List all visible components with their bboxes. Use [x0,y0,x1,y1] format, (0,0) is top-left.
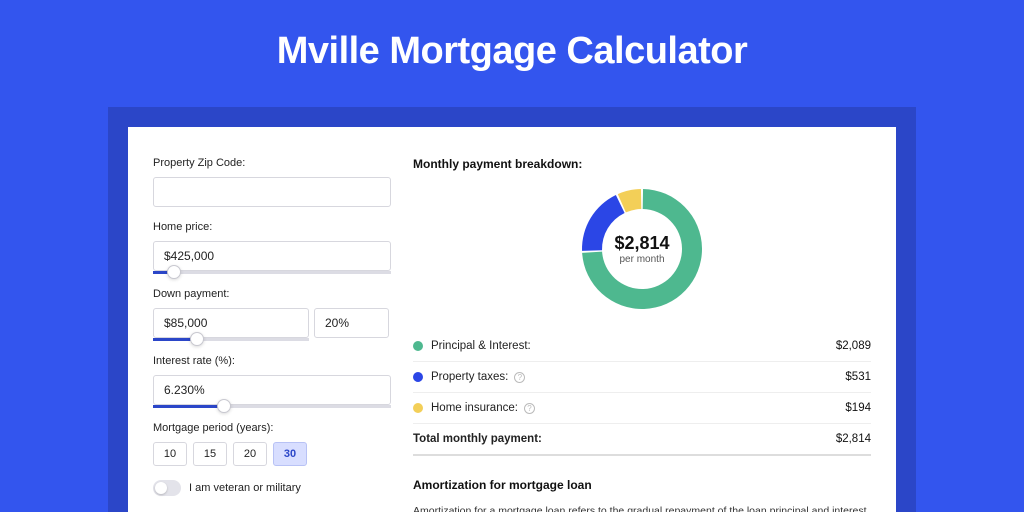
legend-dot [413,403,423,413]
veteran-label: I am veteran or military [189,482,301,494]
amortization-text: Amortization for a mortgage loan refers … [413,504,871,512]
breakdown-title: Monthly payment breakdown: [413,157,871,171]
zip-input[interactable] [153,177,391,207]
legend-label: Property taxes: [431,371,508,383]
legend-value: $531 [845,371,871,383]
legend-row: Property taxes:? $531 [413,362,871,393]
slider-thumb[interactable] [217,399,231,413]
legend-value: $194 [845,402,871,414]
page-title: Mville Mortgage Calculator [0,30,1024,73]
period-button-10[interactable]: 10 [153,442,187,466]
donut-total-sub: per month [619,254,664,265]
down-payment-label: Down payment: [153,288,393,300]
form-column: Property Zip Code: Home price: Down paym… [128,127,393,512]
zip-label: Property Zip Code: [153,157,393,169]
interest-rate-slider[interactable] [153,405,391,408]
home-price-input[interactable] [153,241,391,271]
donut-center: $2,814 per month [578,185,706,313]
down-payment-percent-input[interactable] [314,308,389,338]
home-price-slider[interactable] [153,271,391,274]
legend-value: $2,089 [836,340,871,352]
interest-rate-label: Interest rate (%): [153,355,393,367]
total-row: Total monthly payment: $2,814 [413,424,871,456]
down-payment-slider[interactable] [153,338,309,341]
veteran-row: I am veteran or military [153,480,393,496]
mortgage-period-label: Mortgage period (years): [153,422,393,434]
legend-dot [413,372,423,382]
calculator-card: Property Zip Code: Home price: Down paym… [128,127,896,512]
breakdown-column: Monthly payment breakdown: $2,814 per mo… [393,127,896,512]
home-price-label: Home price: [153,221,393,233]
interest-rate-input[interactable] [153,375,391,405]
zip-group: Property Zip Code: [153,157,393,207]
legend-row: Home insurance:? $194 [413,393,871,424]
interest-rate-group: Interest rate (%): [153,355,393,408]
home-price-group: Home price: [153,221,393,274]
info-icon[interactable]: ? [524,403,535,414]
legend-label: Home insurance: [431,402,518,414]
total-label: Total monthly payment: [413,433,542,445]
mortgage-period-group: Mortgage period (years): 10152030 [153,422,393,466]
legend-dot [413,341,423,351]
total-value: $2,814 [836,433,871,445]
donut-total-amount: $2,814 [614,233,669,254]
info-icon[interactable]: ? [514,372,525,383]
legend-label: Principal & Interest: [431,340,531,352]
period-button-20[interactable]: 20 [233,442,267,466]
period-button-15[interactable]: 15 [193,442,227,466]
slider-thumb[interactable] [190,332,204,346]
slider-thumb[interactable] [167,265,181,279]
veteran-toggle[interactable] [153,480,181,496]
legend-list: Principal & Interest: $2,089 Property taxe… [413,331,871,424]
amortization-title: Amortization for mortgage loan [413,478,871,492]
period-button-30[interactable]: 30 [273,442,307,466]
legend-row: Principal & Interest: $2,089 [413,331,871,362]
down-payment-amount-input[interactable] [153,308,309,338]
down-payment-group: Down payment: [153,288,393,341]
donut-chart: $2,814 per month [413,185,871,313]
